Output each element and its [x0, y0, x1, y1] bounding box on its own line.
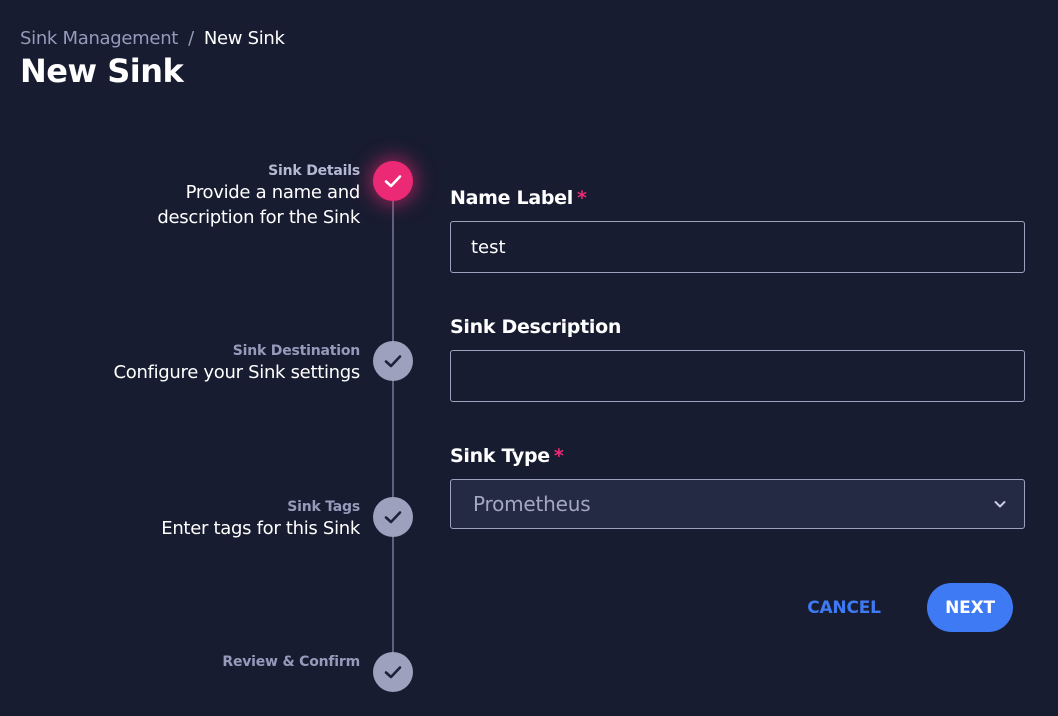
check-icon [384, 355, 402, 368]
name-input[interactable] [450, 221, 1025, 273]
breadcrumb-current: New Sink [203, 28, 285, 49]
check-icon [384, 175, 402, 188]
step-label: Sink Destination [232, 343, 360, 359]
name-label: Name Label * [450, 187, 587, 209]
step-description-line: description for the Sink [157, 207, 360, 228]
step-review-confirm-text: Review & Confirm [222, 653, 360, 671]
sink-type-label-text: Sink Type [450, 445, 550, 467]
check-icon [384, 666, 402, 679]
step-sink-destination-check-icon[interactable] [373, 341, 413, 381]
step-label: Review & Confirm [222, 654, 360, 670]
breadcrumb-separator: / [188, 28, 194, 49]
step-sink-tags-text: Sink Tags Enter tags for this Sink [161, 498, 360, 541]
stepper-connector-line [392, 200, 394, 670]
step-sink-destination-text: Sink Destination Configure your Sink set… [113, 342, 360, 385]
page-title: New Sink [20, 52, 184, 90]
chevron-down-icon [992, 496, 1008, 512]
sink-type-select[interactable]: Prometheus [450, 479, 1025, 529]
description-label: Sink Description [450, 316, 621, 338]
step-sink-details-text: Sink Details Provide a name and descript… [157, 162, 360, 230]
breadcrumb: Sink Management / New Sink [20, 28, 285, 49]
step-description-line: Provide a name and [185, 182, 361, 203]
check-icon [384, 511, 402, 524]
step-sink-details-check-icon[interactable] [373, 161, 413, 201]
next-button[interactable]: NEXT [927, 583, 1013, 632]
step-sink-tags-check-icon[interactable] [373, 497, 413, 537]
step-label: Sink Tags [287, 499, 360, 515]
step-description-line: Configure your Sink settings [113, 362, 360, 383]
sink-type-selected-value: Prometheus [473, 492, 591, 516]
description-label-text: Sink Description [450, 316, 622, 338]
description-input[interactable] [450, 350, 1025, 402]
required-marker: * [576, 187, 587, 209]
name-label-text: Name Label [450, 187, 573, 209]
step-label: Sink Details [268, 163, 360, 179]
step-description-line: Enter tags for this Sink [161, 518, 360, 539]
step-review-confirm-check-icon[interactable] [373, 652, 413, 692]
required-marker: * [553, 445, 564, 467]
sink-type-label: Sink Type * [450, 445, 564, 467]
new-sink-page: Sink Management / New Sink New Sink Sink… [0, 0, 1058, 716]
breadcrumb-sink-management-link[interactable]: Sink Management [20, 28, 178, 49]
cancel-button[interactable]: CANCEL [796, 584, 892, 632]
